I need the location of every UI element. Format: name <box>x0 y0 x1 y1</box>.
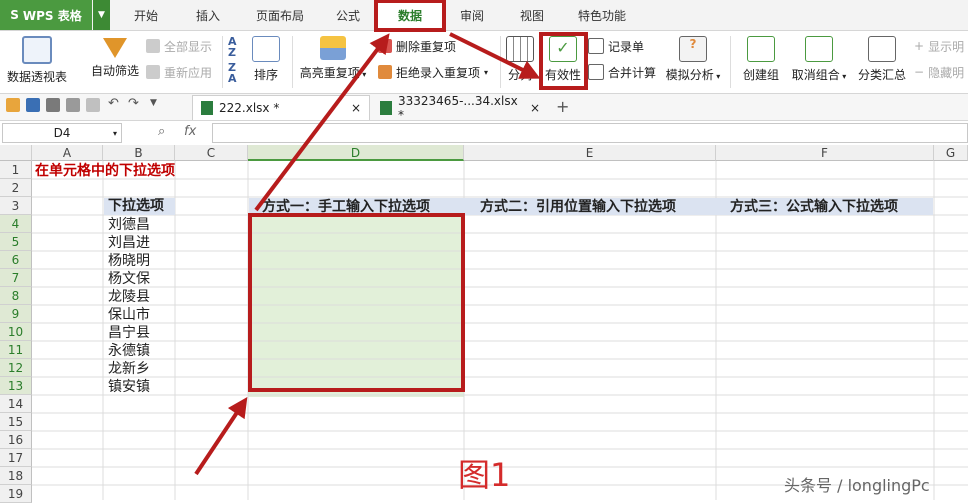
figure-label: 图1 <box>458 456 511 494</box>
highlight-box-validation <box>539 32 588 90</box>
watermark-text: 头条号 / longlingPc <box>784 476 930 495</box>
annotation-arrow-to-data-tab <box>254 33 390 212</box>
highlight-box-selection <box>248 213 465 392</box>
annotation-arrow-to-validation <box>449 32 541 79</box>
highlight-box-data-tab <box>374 0 446 32</box>
annotation-arrow-to-selection <box>194 397 248 476</box>
annotation-overlay <box>194 0 588 476</box>
